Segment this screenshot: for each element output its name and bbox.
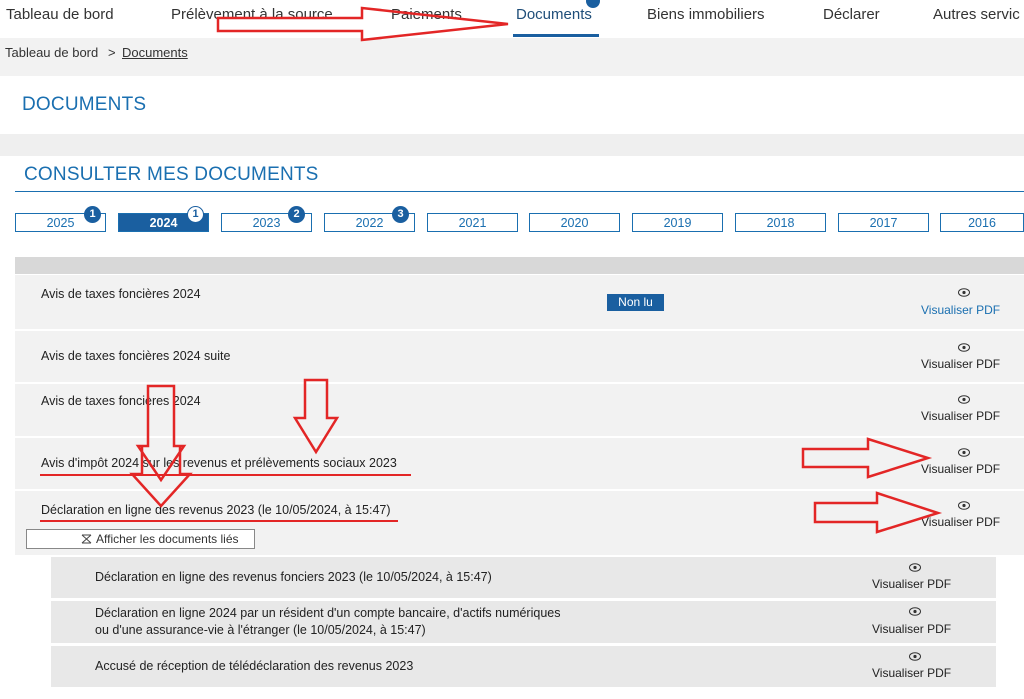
annotation-arrow-right (801, 437, 933, 479)
annotation-overlay (40, 6, 943, 534)
annotation-arrow-down (135, 384, 187, 483)
annotation-arrow-down (292, 378, 340, 455)
annotation-arrow-right (813, 491, 943, 534)
annotation-arrow-right (216, 6, 509, 42)
